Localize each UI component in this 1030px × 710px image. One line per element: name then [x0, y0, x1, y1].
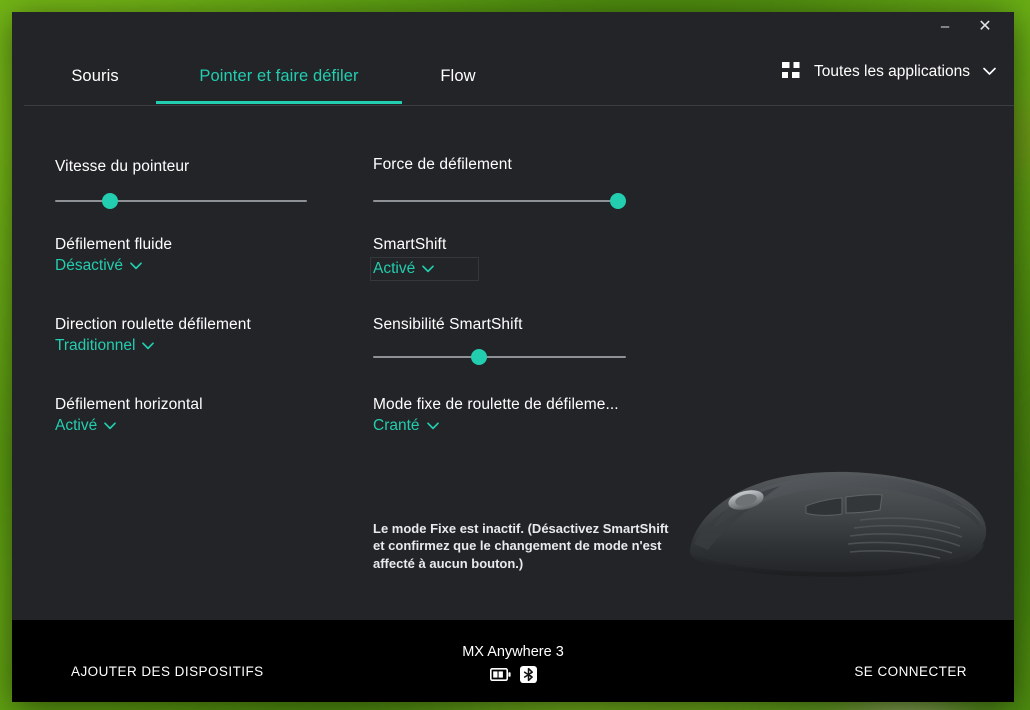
slider-track [373, 356, 626, 358]
fixed-wheel-mode-dropdown[interactable]: Cranté [373, 417, 439, 435]
setting-fixed-wheel-mode: Mode fixe de roulette de défileme... Cra… [373, 396, 619, 435]
dropdown-value: Activé [373, 260, 416, 277]
grid-icon [782, 62, 800, 78]
slider-knob[interactable] [102, 193, 119, 209]
side-button-forward [845, 494, 883, 514]
slider-track [55, 200, 307, 202]
minimize-icon: – [940, 18, 950, 35]
chevron-down-icon [983, 67, 996, 75]
mouse-product-image [689, 471, 987, 577]
setting-label: Mode fixe de roulette de défileme... [373, 396, 619, 413]
setting-smartshift-sensitivity: Sensibilité SmartShift [373, 316, 523, 334]
settings-panel: Vitesse du pointeur Défilement fluide Dé… [12, 106, 1014, 620]
smooth-scroll-dropdown[interactable]: Désactivé [55, 257, 142, 275]
dropdown-value: Traditionnel [55, 337, 136, 354]
battery-icon[interactable] [489, 668, 511, 681]
chevron-down-icon [142, 342, 155, 350]
device-name: MX Anywhere 3 [462, 644, 564, 660]
setting-smartshift: SmartShift Activé [370, 236, 480, 281]
setting-label: Direction roulette défilement [55, 316, 251, 333]
tab-label: Souris [71, 66, 119, 85]
setting-scroll-wheel-direction: Direction roulette défilement Traditionn… [55, 316, 251, 355]
setting-label: Vitesse du pointeur [55, 158, 190, 175]
status-bar: AJOUTER DES DISPOSITIFS MX Anywhere 3 SE… [12, 620, 1014, 702]
setting-scroll-strength: Force de défilement [373, 156, 512, 174]
title-bar: – ✕ [12, 12, 1014, 48]
setting-label: Sensibilité SmartShift [373, 316, 523, 333]
dropdown-value: Désactivé [55, 257, 124, 274]
dropdown-value: Activé [55, 417, 98, 434]
horizontal-scroll-dropdown[interactable]: Activé [55, 417, 117, 435]
all-applications-selector[interactable]: Toutes les applications [782, 62, 996, 81]
logitech-options-window: – ✕ Souris Pointer et faire défiler Flow [12, 12, 1014, 702]
slider-knob[interactable] [471, 349, 488, 365]
tab-pointer-et-faire-defiler[interactable]: Pointer et faire défiler [156, 48, 402, 104]
dropdown-value: Cranté [373, 417, 420, 434]
bluetooth-icon[interactable] [519, 666, 537, 683]
chevron-down-icon [426, 422, 439, 430]
chevron-down-icon [130, 262, 142, 270]
scroll-strength-slider[interactable] [373, 190, 627, 212]
tab-bar: Souris Pointer et faire défiler Flow Tou… [12, 48, 1014, 106]
tab-flow[interactable]: Flow [402, 48, 514, 104]
tab-label: Flow [440, 66, 476, 85]
tab-souris[interactable]: Souris [34, 48, 156, 104]
sign-in-button[interactable]: SE CONNECTER [854, 664, 967, 679]
tab-list: Souris Pointer et faire défiler Flow [12, 48, 514, 104]
slider-knob[interactable] [610, 193, 627, 209]
chevron-down-icon [422, 265, 435, 273]
close-icon: ✕ [978, 18, 992, 35]
smartshift-sensitivity-slider[interactable] [373, 346, 626, 368]
slider-track [373, 200, 626, 202]
setting-label: Défilement fluide [55, 236, 173, 253]
setting-horizontal-scroll: Défilement horizontal Activé [55, 396, 203, 435]
setting-label: Défilement horizontal [55, 396, 203, 413]
setting-pointer-speed: Vitesse du pointeur [55, 158, 189, 176]
device-status-icons [489, 666, 537, 683]
all-applications-label: Toutes les applications [814, 62, 970, 80]
fixed-mode-help-text: Le mode Fixe est inactif. (Désactivez Sm… [373, 521, 669, 571]
minimize-button[interactable]: – [928, 12, 962, 42]
tab-label: Pointer et faire défiler [199, 66, 359, 85]
scroll-wheel-direction-dropdown[interactable]: Traditionnel [55, 337, 155, 355]
pointer-speed-slider[interactable] [55, 190, 307, 212]
setting-label: Force de défilement [373, 156, 512, 173]
setting-label: SmartShift [373, 236, 447, 253]
chevron-down-icon [104, 422, 117, 430]
close-button[interactable]: ✕ [968, 12, 1002, 42]
setting-smooth-scroll: Défilement fluide Désactivé [55, 236, 172, 275]
smartshift-dropdown[interactable]: Activé [370, 257, 480, 281]
